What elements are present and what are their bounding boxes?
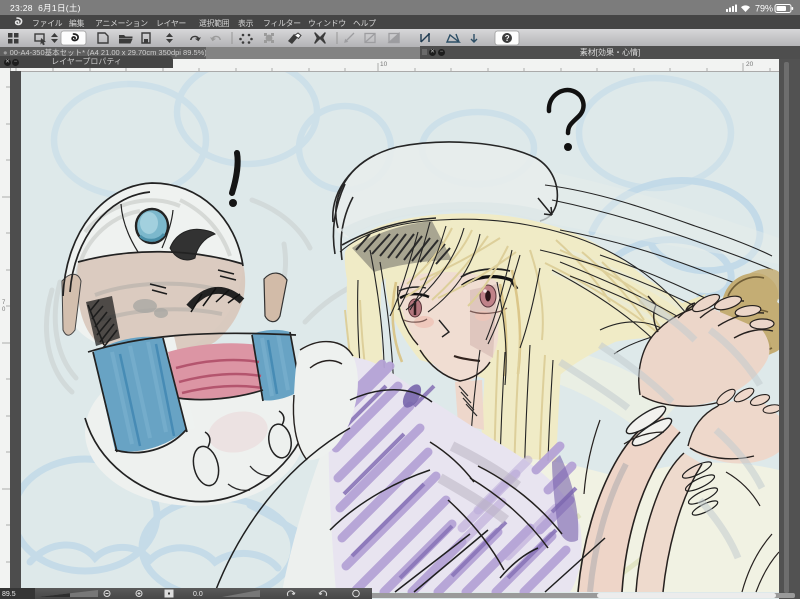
svg-text:20: 20: [746, 61, 754, 68]
svg-text:7: 7: [2, 300, 6, 306]
svg-text:0.0: 0.0: [193, 591, 203, 598]
svg-text:?: ?: [505, 34, 510, 43]
svg-text:10: 10: [380, 61, 388, 68]
svg-text:89.5: 89.5: [2, 591, 16, 598]
svg-text:79%: 79%: [755, 4, 773, 14]
svg-text:0: 0: [2, 307, 6, 313]
